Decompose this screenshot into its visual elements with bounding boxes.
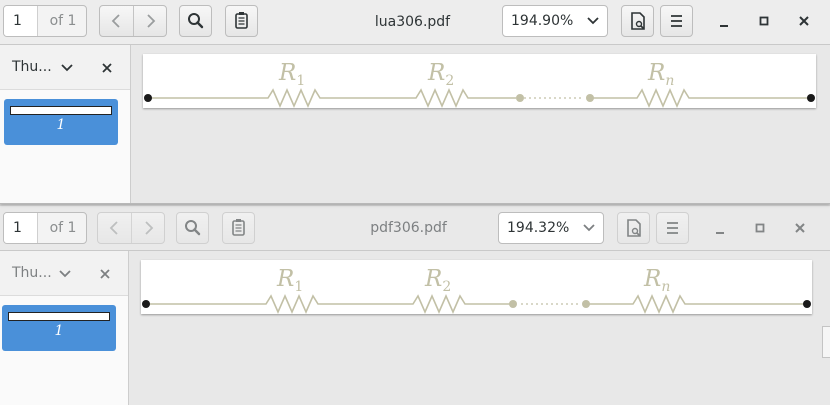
- close-icon: [795, 223, 805, 233]
- label-r1: R1: [276, 266, 303, 295]
- document-view: R1 R2 Rn: [129, 251, 830, 405]
- maximize-button[interactable]: [745, 213, 775, 243]
- close-button[interactable]: [785, 213, 815, 243]
- viewer-window-pdf306: 1 of 1 pdf306.pdf 194.32% Thu... 1 R1 R2…: [0, 206, 830, 405]
- search-button[interactable]: [179, 5, 212, 37]
- sidebar: Thu... 1: [0, 45, 131, 203]
- sidebar-close-icon[interactable]: [100, 61, 114, 75]
- zoom-selector[interactable]: 194.32%: [498, 212, 604, 244]
- annotations-button[interactable]: [222, 212, 255, 244]
- page-thumbnail[interactable]: 1: [4, 99, 118, 145]
- close-button[interactable]: [789, 6, 819, 36]
- chevron-down-icon: [583, 224, 595, 232]
- resistor-chain-figure: R1 R2 Rn: [142, 266, 811, 314]
- annotations-button[interactable]: [225, 5, 258, 37]
- page-view-button[interactable]: [621, 5, 654, 37]
- page-count-label: of 1: [49, 13, 77, 29]
- sidebar-mode-label[interactable]: Thu...: [12, 251, 52, 295]
- label-r1: R1: [278, 60, 305, 89]
- pdf-page: R1 R2 Rn: [143, 54, 816, 108]
- document-icon: [631, 12, 645, 30]
- previous-page-button[interactable]: [100, 6, 133, 36]
- search-button[interactable]: [176, 212, 209, 244]
- page-navigation: [97, 212, 165, 244]
- thumbnail-label: 1: [54, 323, 64, 339]
- chevron-down-icon[interactable]: [58, 267, 72, 281]
- previous-page-button[interactable]: [98, 213, 131, 243]
- next-page-button[interactable]: [134, 6, 167, 36]
- header-bar: 1 of 1 lua306.pdf 194.90%: [0, 0, 830, 45]
- scrollbar[interactable]: [822, 326, 830, 358]
- chevron-down-icon: [587, 17, 599, 25]
- document-title: lua306.pdf: [374, 14, 451, 30]
- page-number-input[interactable]: 1: [4, 213, 38, 243]
- zoom-selector[interactable]: 194.90%: [502, 5, 608, 37]
- header-bar: 1 of 1 pdf306.pdf 194.32%: [0, 206, 830, 251]
- minimize-button[interactable]: [705, 213, 735, 243]
- minimize-icon: [716, 232, 724, 234]
- document-title: pdf306.pdf: [370, 220, 447, 236]
- chevron-down-icon[interactable]: [60, 61, 74, 75]
- viewer-window-lua306: 1 of 1 lua306.pdf 194.90% Thu... 1 R1 R2…: [0, 0, 830, 204]
- chevron-right-icon: [145, 221, 154, 235]
- page-view-button[interactable]: [617, 212, 650, 244]
- page-selector[interactable]: 1 of 1: [3, 212, 87, 244]
- hamburger-menu-icon: [667, 222, 678, 234]
- page-navigation: [99, 5, 167, 37]
- search-icon: [185, 220, 201, 236]
- close-icon: [799, 16, 809, 26]
- chevron-right-icon: [147, 14, 156, 28]
- sidebar-mode-label[interactable]: Thu...: [12, 45, 52, 89]
- hamburger-menu-icon: [671, 15, 682, 27]
- document-icon: [627, 219, 641, 237]
- maximize-icon: [755, 223, 765, 233]
- page-selector[interactable]: 1 of 1: [3, 5, 87, 37]
- document-view: R1 R2 Rn: [131, 45, 830, 203]
- clipboard-icon: [232, 219, 245, 236]
- thumbnail-preview: [10, 106, 112, 115]
- zoom-value: 194.90%: [511, 13, 574, 29]
- chevron-left-icon: [111, 14, 120, 28]
- menu-button[interactable]: [656, 212, 689, 244]
- chevron-left-icon: [109, 221, 118, 235]
- thumbnail-preview: [8, 312, 110, 321]
- maximize-button[interactable]: [749, 6, 779, 36]
- minimize-icon: [720, 25, 728, 27]
- resistor-chain-figure: R1 R2 Rn: [144, 60, 815, 108]
- page-number-input[interactable]: 1: [4, 6, 38, 36]
- label-r2: R2: [424, 266, 451, 295]
- page-thumbnail[interactable]: 1: [2, 305, 116, 351]
- search-icon: [188, 13, 204, 29]
- page-count-label: of 1: [49, 220, 77, 236]
- sidebar-close-icon[interactable]: [98, 267, 112, 281]
- sidebar-header: Thu...: [0, 45, 130, 90]
- sidebar: Thu... 1: [0, 251, 129, 405]
- thumbnail-label: 1: [56, 117, 66, 133]
- clipboard-icon: [235, 12, 248, 29]
- label-rn: Rn: [647, 60, 674, 89]
- zoom-value: 194.32%: [507, 220, 570, 236]
- minimize-button[interactable]: [709, 6, 739, 36]
- label-r2: R2: [427, 60, 454, 89]
- maximize-icon: [759, 16, 769, 26]
- pdf-page: R1 R2 Rn: [141, 260, 812, 314]
- next-page-button[interactable]: [132, 213, 165, 243]
- menu-button[interactable]: [660, 5, 693, 37]
- sidebar-header: Thu...: [0, 251, 128, 296]
- label-rn: Rn: [643, 266, 670, 295]
